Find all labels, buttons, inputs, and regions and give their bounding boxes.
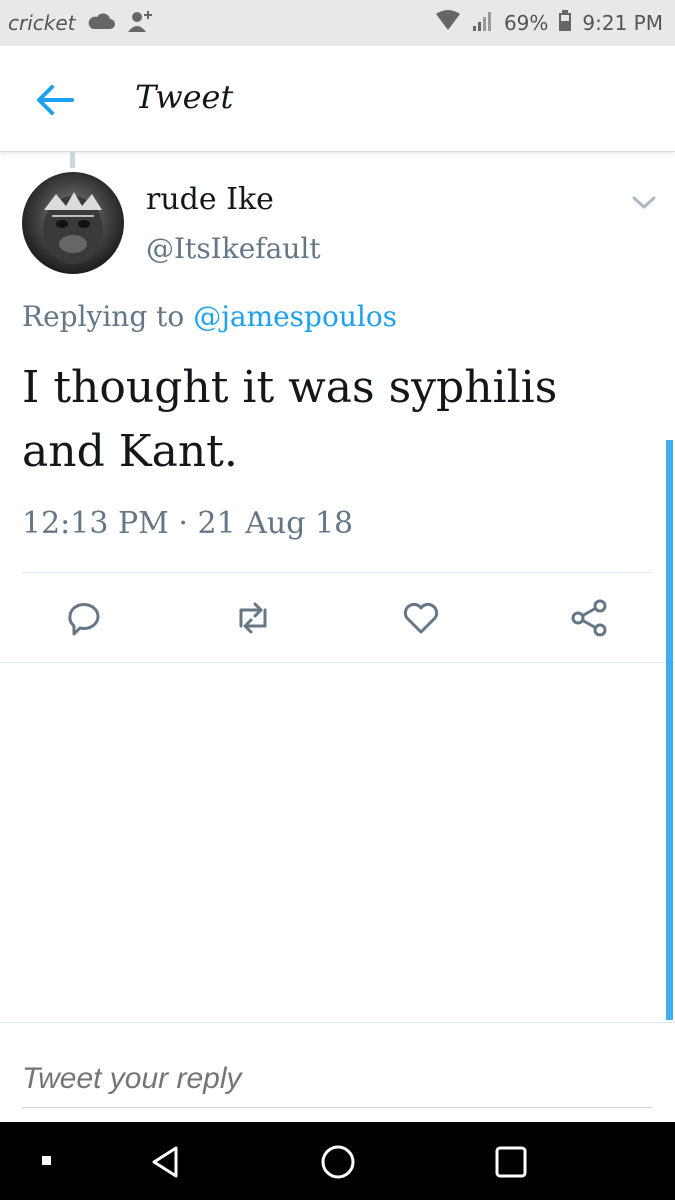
tweet-text: I thought it was syphilis and Kant. xyxy=(22,362,558,477)
share-button[interactable] xyxy=(568,596,612,640)
replying-prefix: Replying to xyxy=(22,300,185,333)
tweet-options-button[interactable] xyxy=(626,190,662,214)
status-bar: cricket 69% 9:21 PM xyxy=(0,0,675,46)
status-bar-left: cricket xyxy=(8,8,156,39)
carrier-label: cricket xyxy=(8,11,76,35)
clock: 9:21 PM xyxy=(582,11,663,35)
divider xyxy=(0,1022,675,1023)
heart-icon xyxy=(403,602,439,634)
display-name[interactable]: rude Ike xyxy=(146,182,274,217)
share-icon xyxy=(571,599,607,637)
tweet-actions xyxy=(0,590,675,648)
divider xyxy=(0,662,675,663)
square-overview-icon xyxy=(495,1146,527,1178)
retweet-icon xyxy=(239,602,267,634)
system-nav-bar xyxy=(0,1122,675,1200)
replying-to: Replying to @jamespoulos xyxy=(22,300,397,333)
thread-connector xyxy=(70,152,75,168)
tweet-timestamp[interactable]: 12:13 PM · 21 Aug 18 xyxy=(22,506,353,541)
reply-input[interactable] xyxy=(22,1050,652,1108)
avatar[interactable] xyxy=(22,172,124,274)
recent-apps-button[interactable] xyxy=(26,1140,70,1184)
nav-back-button[interactable] xyxy=(144,1140,188,1184)
triangle-back-icon xyxy=(152,1146,178,1178)
wifi-icon xyxy=(434,9,462,37)
user-handle[interactable]: @ItsIkefault xyxy=(146,232,321,265)
signal-icon xyxy=(472,10,494,37)
chevron-down-icon xyxy=(632,196,656,209)
battery-percent: 69% xyxy=(503,11,549,35)
scrollbar[interactable] xyxy=(666,440,673,1020)
add-person-icon xyxy=(126,8,156,39)
battery-icon xyxy=(558,9,572,37)
circle-home-icon xyxy=(321,1145,355,1179)
arrow-left-icon xyxy=(37,85,74,115)
page-title: Tweet xyxy=(135,78,234,116)
reply-icon xyxy=(68,603,100,636)
app-header: Tweet xyxy=(0,46,675,152)
square-dot-icon xyxy=(42,1156,51,1165)
nav-overview-button[interactable] xyxy=(489,1140,533,1184)
reply-button[interactable] xyxy=(62,596,106,640)
avatar-image xyxy=(43,192,103,264)
divider xyxy=(22,572,652,573)
like-button[interactable] xyxy=(399,596,443,640)
mention-link[interactable]: @jamespoulos xyxy=(193,300,397,333)
status-bar-right: 69% 9:21 PM xyxy=(434,9,663,37)
back-button[interactable] xyxy=(32,82,80,118)
retweet-button[interactable] xyxy=(231,596,275,640)
nav-home-button[interactable] xyxy=(316,1140,360,1184)
cloud-icon xyxy=(86,11,116,36)
